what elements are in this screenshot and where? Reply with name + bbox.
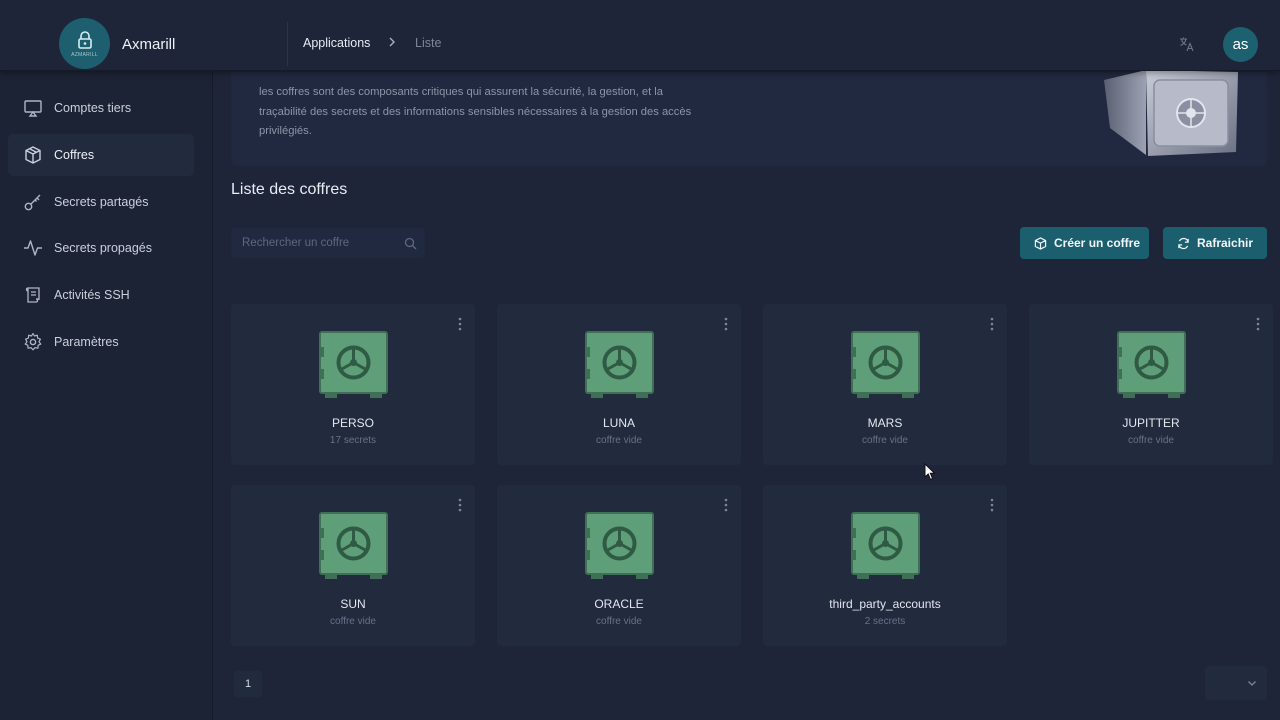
- vault-secret-count: 17 secrets: [329, 435, 377, 446]
- create-vault-button[interactable]: Créer un coffre: [1020, 227, 1149, 259]
- more-vertical-icon[interactable]: [457, 316, 463, 332]
- refresh-button[interactable]: Rafraichir: [1163, 227, 1267, 259]
- breadcrumb-applications[interactable]: Applications: [303, 36, 370, 50]
- top-bar: AZMARILL Axmarill Applications Liste as: [0, 0, 1280, 71]
- banner-line: privilégiés.: [259, 125, 312, 137]
- page-title: Liste des coffres: [231, 181, 348, 198]
- monitor-icon: [23, 98, 43, 118]
- vault-icon: [851, 331, 920, 398]
- sidebar-item-label: Comptes tiers: [54, 101, 132, 115]
- vault-name: third_party_accounts: [829, 597, 941, 611]
- more-vertical-icon[interactable]: [457, 497, 463, 513]
- banner-description: les coffres sont des composants critique…: [259, 83, 739, 142]
- vault-card-mars[interactable]: MARS coffre vide: [763, 304, 1007, 465]
- translate-icon[interactable]: [1178, 35, 1196, 53]
- banner-line: traçabilité des secrets et des informati…: [259, 105, 692, 118]
- more-vertical-icon[interactable]: [989, 497, 995, 513]
- sidebar-item-label: Secrets propagés: [54, 241, 152, 255]
- refresh-icon: [1178, 237, 1189, 249]
- scroll-icon: [23, 285, 43, 305]
- vault-secret-count: 2 secrets: [864, 616, 906, 627]
- sidebar-item-label: Activités SSH: [54, 288, 130, 302]
- vault-card-third-party-accounts[interactable]: third_party_accounts 2 secrets: [763, 485, 1007, 646]
- key-icon: [23, 192, 43, 212]
- search-input[interactable]: [242, 237, 402, 249]
- mouse-cursor-icon: [924, 463, 936, 481]
- app-logo[interactable]: AZMARILL: [59, 18, 110, 69]
- sidebar-item-label: Coffres: [54, 148, 95, 162]
- page-size-select[interactable]: [1205, 666, 1267, 700]
- vault-name: LUNA: [602, 416, 635, 430]
- sidebar-item-parametres[interactable]: Paramètres: [8, 321, 194, 363]
- vault-name: SUN: [340, 597, 366, 611]
- pagination-page-1[interactable]: 1: [234, 671, 262, 697]
- vault-name: JUPITTER: [1122, 416, 1180, 430]
- intro-banner: les coffres sont des composants critique…: [231, 70, 1267, 166]
- vault-name: MARS: [867, 416, 903, 430]
- more-vertical-icon[interactable]: [1255, 316, 1261, 332]
- breadcrumb-liste: Liste: [415, 36, 442, 50]
- sidebar-item-secrets-partages[interactable]: Secrets partagés: [8, 181, 194, 223]
- refresh-label: Rafraichir: [1197, 236, 1254, 250]
- safe-illustration: [1104, 70, 1238, 156]
- vault-card-luna[interactable]: LUNA coffre vide: [497, 304, 741, 465]
- more-vertical-icon[interactable]: [723, 316, 729, 332]
- vault-card-perso[interactable]: PERSO 17 secrets: [231, 304, 475, 465]
- vault-secret-count: coffre vide: [1128, 435, 1174, 446]
- vault-icon: [1117, 331, 1186, 398]
- vault-secret-count: coffre vide: [330, 616, 376, 627]
- create-vault-label: Créer un coffre: [1054, 236, 1141, 250]
- vault-secret-count: coffre vide: [596, 616, 642, 627]
- user-avatar[interactable]: as: [1223, 27, 1258, 62]
- chevron-right-icon: [389, 37, 395, 47]
- vault-icon: [319, 331, 388, 398]
- sidebar-item-label: Secrets partagés: [54, 195, 149, 209]
- activity-icon: [23, 238, 43, 258]
- lock-icon: [77, 30, 92, 49]
- sidebar-item-secrets-propages[interactable]: Secrets propagés: [8, 227, 194, 269]
- vault-icon: [851, 512, 920, 579]
- topbar-divider: [287, 22, 288, 66]
- sidebar-item-label: Paramètres: [54, 335, 119, 349]
- vault-icon: [319, 512, 388, 579]
- sidebar-item-coffres[interactable]: Coffres: [8, 134, 194, 176]
- vault-card-oracle[interactable]: ORACLE coffre vide: [497, 485, 741, 646]
- search-box: [231, 228, 425, 258]
- more-vertical-icon[interactable]: [723, 497, 729, 513]
- vault-secret-count: coffre vide: [596, 435, 642, 446]
- vault-card-sun[interactable]: SUN coffre vide: [231, 485, 475, 646]
- vault-icon: [585, 331, 654, 398]
- sidebar: Comptes tiers Coffres Secrets partagés S…: [0, 71, 213, 720]
- sidebar-item-comptes-tiers[interactable]: Comptes tiers: [8, 87, 194, 129]
- app-name: Axmarill: [122, 36, 176, 53]
- vault-card-jupitter[interactable]: JUPITTER coffre vide: [1029, 304, 1273, 465]
- more-vertical-icon[interactable]: [989, 316, 995, 332]
- gear-icon: [23, 332, 43, 352]
- logo-text: AZMARILL: [71, 51, 98, 58]
- search-icon[interactable]: [404, 237, 417, 250]
- vault-name: ORACLE: [594, 597, 644, 611]
- vault-icon: [585, 512, 654, 579]
- cube-icon: [23, 145, 43, 165]
- vault-secret-count: coffre vide: [862, 435, 908, 446]
- vault-name: PERSO: [331, 416, 374, 430]
- sidebar-item-activites-ssh[interactable]: Activités SSH: [8, 274, 194, 316]
- chevron-down-icon: [1248, 681, 1256, 686]
- cube-icon: [1034, 236, 1047, 250]
- banner-line: les coffres sont des composants critique…: [259, 86, 663, 98]
